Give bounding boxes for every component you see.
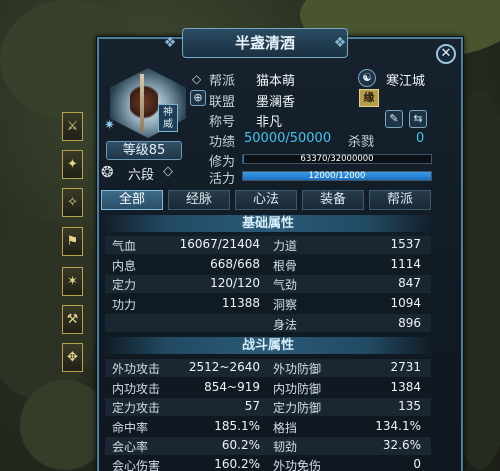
kills-value: 0 (416, 131, 425, 146)
stat-label: 功力 (112, 298, 137, 312)
star-badge-icon: ✷ (104, 118, 115, 133)
stat-label: 身法 (273, 318, 298, 332)
stat-value: 2731 (390, 360, 421, 374)
stat-label: 格挡 (273, 421, 298, 435)
skill-slot-icon[interactable]: ✶ (62, 267, 83, 296)
stat-label: 根骨 (273, 259, 298, 273)
stat-label: 外功攻击 (112, 362, 161, 376)
merit-label: 功绩 (209, 135, 236, 150)
stat-value: 185.1% (214, 419, 260, 433)
tab-equipment[interactable]: 装备 (302, 190, 364, 210)
title-ornament-right-icon: ❖ (333, 35, 347, 51)
stat-value: 896 (398, 316, 421, 330)
stat-value: 32.6% (382, 438, 421, 452)
stat-value: 854~919 (204, 380, 260, 394)
basic-attributes-header: 基础属性 (101, 215, 435, 232)
kills-label: 杀戮 (348, 135, 375, 150)
stat-value: 0 (413, 457, 421, 471)
portrait-face (130, 82, 158, 122)
merit-value: 50000/50000 (244, 131, 332, 146)
alliance-label: 联盟 (209, 95, 236, 110)
stat-label: 气血 (112, 239, 137, 253)
stat-value: 1537 (390, 237, 421, 251)
stat-value: 1094 (390, 296, 421, 310)
stat-label: 定力防御 (273, 401, 322, 415)
stat-value: 120/120 (210, 276, 260, 290)
stat-label: 定力 (112, 278, 137, 292)
title-value: 非凡 (256, 115, 283, 130)
stat-value: 2512~2640 (188, 360, 260, 374)
stat-label: 定力攻击 (112, 401, 161, 415)
guild-name[interactable]: 猫本萌 (256, 70, 295, 89)
rank-icon: ❂ (101, 163, 114, 181)
vitality-bar: 12000/12000 (242, 171, 432, 181)
tab-bar: 全部 经脉 心法 装备 帮派 (101, 190, 431, 210)
stat-label: 命中率 (112, 421, 149, 435)
stat-label: 外功免伤 (273, 459, 322, 471)
stat-value: 847 (398, 276, 421, 290)
skill-slot-icon[interactable]: ✦ (62, 150, 83, 179)
alliance-name[interactable]: 墨澜香 (256, 91, 295, 110)
city-icon: ☯ (358, 69, 376, 87)
stat-value: 134.1% (375, 419, 421, 433)
tab-meridians[interactable]: 经脉 (168, 190, 230, 210)
tab-all[interactable]: 全部 (101, 190, 163, 210)
tab-guild[interactable]: 帮派 (369, 190, 431, 210)
stat-value: 135 (398, 399, 421, 413)
pen-icon[interactable]: ✎ (385, 110, 403, 128)
skill-slot-icon[interactable]: ⚑ (62, 227, 83, 256)
window-title: 半盏清酒 (182, 28, 348, 58)
stat-label: 气劲 (273, 278, 298, 292)
stat-label: 内功防御 (273, 382, 322, 396)
city-name: 寒江城 (386, 74, 426, 89)
stat-label: 内功攻击 (112, 382, 161, 396)
stat-label: 会心率 (112, 440, 149, 454)
title-ornament-left-icon: ❖ (163, 35, 177, 51)
compare-icon[interactable]: ⇆ (409, 110, 427, 128)
close-button[interactable]: ✕ (436, 44, 456, 64)
portrait-spear (140, 74, 144, 132)
stat-value: 57 (244, 399, 260, 413)
stat-value: 60.2% (221, 438, 260, 452)
stat-label: 韧劲 (273, 440, 298, 454)
stat-value: 668/668 (210, 257, 260, 271)
skill-slot-icon[interactable]: ✧ (62, 188, 83, 217)
stat-value: 16067/21404 (179, 237, 260, 251)
vitality-text: 12000/12000 (308, 171, 366, 181)
tab-mental-arts[interactable]: 心法 (235, 190, 297, 210)
title-label: 称号 (209, 115, 236, 130)
stat-value: 11388 (221, 296, 260, 310)
guild-label: 帮派 (209, 74, 236, 89)
level-display: 等级85 (106, 141, 182, 160)
stat-value: 1384 (390, 380, 421, 394)
combat-attributes-header: 战斗属性 (101, 337, 435, 354)
alliance-icon: ⊕ (190, 90, 206, 106)
skill-slot-icon[interactable]: ⚒ (62, 305, 83, 334)
cultivation-bar: 63370/32000000 (242, 154, 432, 164)
cultivation-text: 63370/32000000 (300, 154, 374, 164)
rank-diamond-icon: ◇ (163, 164, 173, 179)
skill-slot-icon[interactable]: ✥ (62, 343, 83, 372)
rank-label: 六段 (128, 168, 155, 183)
vitality-label: 活力 (209, 172, 236, 187)
stat-label: 内息 (112, 259, 137, 273)
skill-slot-icon[interactable]: ⚔ (62, 112, 83, 141)
stat-label: 外功防御 (273, 362, 322, 376)
close-icon: ✕ (440, 46, 452, 61)
alliance-badge[interactable]: 缘 (359, 89, 379, 107)
stat-value: 160.2% (214, 457, 260, 471)
stat-label: 洞察 (273, 298, 298, 312)
stat-value: 1114 (390, 257, 421, 271)
guild-diamond-icon: ◇ (192, 72, 202, 86)
school-badge: 神威 (158, 104, 178, 132)
stat-label: 力道 (273, 239, 298, 253)
stat-label: 会心伤害 (112, 459, 161, 471)
